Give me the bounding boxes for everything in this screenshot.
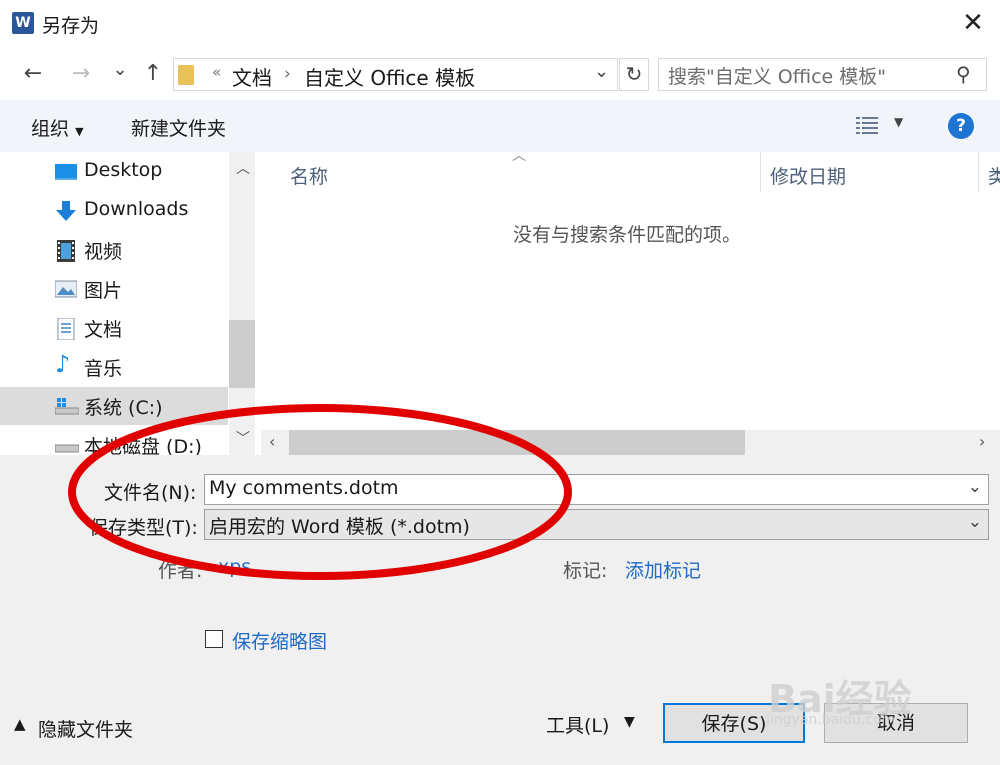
breadcrumb-separator-icon[interactable]: › [284, 64, 291, 84]
author-label: 作者: [158, 560, 203, 582]
scroll-left-icon[interactable]: ‹ [269, 432, 275, 451]
nav-item-system-c[interactable]: 系统 (C:) [0, 387, 228, 425]
command-toolbar: 组织 ▼ 新建文件夹 ▼ ? [0, 100, 1000, 152]
hide-folders-button[interactable]: 隐藏文件夹 [38, 715, 133, 742]
filetype-select[interactable]: 启用宏的 Word 模板 (*.dotm) ⌄ [204, 509, 989, 540]
filename-input[interactable]: My comments.dotm ⌄ [204, 474, 989, 505]
scroll-right-icon[interactable]: › [979, 432, 985, 451]
collapse-chevron-icon[interactable]: ▲ [14, 715, 26, 733]
column-divider[interactable] [978, 152, 979, 192]
help-icon[interactable]: ? [948, 113, 974, 139]
breadcrumb-documents[interactable]: 文档 [232, 62, 272, 91]
nav-item-label: 本地磁盘 (D:) [84, 436, 202, 455]
nav-pane-scrollbar[interactable]: ︿ ﹀ [229, 152, 255, 455]
hidden-crumbs-chevron-icon[interactable]: « [212, 63, 221, 81]
nav-item-local-disk-d[interactable]: 本地磁盘 (D:) [0, 426, 228, 455]
music-note-icon: ♪ [55, 350, 71, 378]
nav-item-label: Desktop [84, 159, 163, 181]
organize-button[interactable]: 组织 ▼ [31, 114, 84, 141]
nav-item-label: Downloads [84, 198, 189, 220]
close-icon[interactable]: ✕ [956, 6, 990, 40]
nav-item-label: 视频 [84, 241, 123, 263]
filename-value: My comments.dotm [209, 477, 399, 499]
empty-results-message: 没有与搜索条件匹配的项。 [513, 224, 742, 246]
word-app-icon: W [12, 12, 34, 34]
folder-icon [178, 65, 194, 85]
window-title: 另存为 [42, 15, 100, 37]
column-header-name[interactable]: 名称 [290, 162, 328, 189]
address-dropdown-chevron-icon[interactable]: ⌄ [594, 61, 609, 82]
tools-button[interactable]: 工具(L) [546, 711, 609, 738]
search-input[interactable]: 搜索"自定义 Office 模板" ⚲ [658, 58, 987, 91]
address-bar[interactable]: « 文档 › 自定义 Office 模板 ⌄ [173, 58, 618, 91]
nav-item-desktop[interactable]: Desktop [0, 153, 228, 191]
new-folder-button[interactable]: 新建文件夹 [131, 114, 226, 141]
scroll-up-icon[interactable]: ︿ [236, 158, 250, 178]
tools-dropdown-icon[interactable]: ▼ [624, 714, 635, 730]
nav-item-music[interactable]: ♪ 音乐 [0, 348, 228, 386]
nav-pane-scroll-thumb[interactable] [229, 320, 255, 388]
nav-item-label: 音乐 [84, 358, 123, 380]
download-arrow-icon [55, 201, 77, 221]
organize-dropdown-icon: ▼ [75, 125, 84, 138]
column-header-modified-date[interactable]: 修改日期 [770, 162, 846, 189]
filename-label: 文件名(N): [104, 482, 197, 504]
navigation-pane: Desktop Downloads 视频 图片 文档 ♪ 音乐 系统 (C:) … [0, 152, 256, 455]
filetype-dropdown-icon[interactable]: ⌄ [968, 512, 982, 532]
breadcrumb-custom-templates[interactable]: 自定义 Office 模板 [304, 62, 475, 91]
column-divider[interactable] [760, 152, 761, 192]
scroll-down-icon[interactable]: ﹀ [236, 428, 250, 448]
organize-label: 组织 [31, 118, 70, 140]
nav-item-documents[interactable]: 文档 [0, 309, 228, 347]
picture-icon [54, 279, 78, 299]
save-thumbnail-checkbox[interactable] [205, 630, 223, 648]
view-dropdown-icon[interactable]: ▼ [894, 115, 903, 129]
add-tags-link[interactable]: 添加标记 [625, 556, 701, 583]
search-placeholder: 搜索"自定义 Office 模板" [668, 66, 887, 88]
horizontal-scroll-thumb[interactable] [289, 430, 745, 455]
drive-icon [54, 435, 80, 455]
video-icon [55, 240, 77, 262]
author-value[interactable]: xps [218, 556, 251, 578]
back-arrow-icon[interactable]: ← [18, 59, 48, 89]
document-icon [55, 317, 77, 341]
sort-indicator-icon: ︿ [512, 148, 526, 164]
recent-locations-chevron-icon[interactable]: ⌄ [105, 55, 135, 85]
filetype-label: 保存类型(T): [89, 517, 198, 539]
nav-item-label: 图片 [84, 280, 123, 302]
nav-item-pictures[interactable]: 图片 [0, 270, 228, 308]
save-thumbnail-label[interactable]: 保存缩略图 [232, 627, 327, 654]
up-arrow-icon[interactable]: ↑ [138, 59, 168, 89]
filename-dropdown-icon[interactable]: ⌄ [968, 477, 982, 497]
filetype-value: 启用宏的 Word 模板 (*.dotm) [209, 516, 470, 538]
nav-item-label: 文档 [84, 319, 123, 341]
nav-item-videos[interactable]: 视频 [0, 231, 228, 269]
nav-item-label: 系统 (C:) [84, 397, 163, 419]
title-bar: W 另存为 ✕ [0, 0, 1000, 48]
column-header-type[interactable]: 类型 [988, 162, 1000, 189]
tags-label: 标记: [563, 560, 608, 582]
forward-arrow-icon[interactable]: → [66, 59, 96, 89]
refresh-icon[interactable]: ↻ [619, 58, 649, 91]
nav-item-downloads[interactable]: Downloads [0, 192, 228, 230]
desktop-icon [55, 162, 77, 182]
search-icon[interactable]: ⚲ [956, 62, 971, 86]
windows-drive-icon [54, 396, 80, 416]
watermark-subtext: jingyan.baidu.com [766, 712, 896, 728]
view-options-icon[interactable] [856, 116, 878, 134]
